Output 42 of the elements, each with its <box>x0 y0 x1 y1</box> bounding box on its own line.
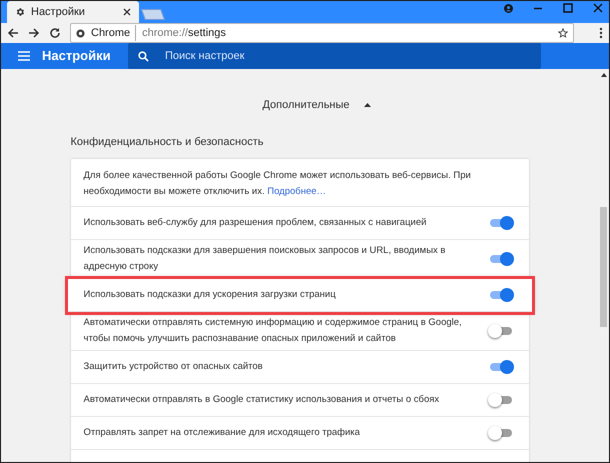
scroll-thumb[interactable] <box>600 207 607 327</box>
setting-label: Автоматически отправлять системную информацию и содержимое страниц в Google, чтобы помочь улучшить распознавание опасных приложений и сайтов <box>84 316 463 346</box>
forward-arrow-icon[interactable] <box>28 27 40 39</box>
tab-title: Настройки <box>31 4 86 20</box>
intro-text: Для более качественной работы Google Chrome может использовать веб-сервисы. При необходимости вы можете отключить их. Подробнее… <box>84 169 472 199</box>
toggle-switch[interactable] <box>490 360 512 374</box>
setting-label: Использовать веб-службу для разрешения проблем, связанных с навигацией <box>84 216 428 230</box>
site-label: Chrome <box>91 24 136 42</box>
close-icon[interactable] <box>123 8 131 16</box>
star-icon[interactable] <box>558 28 568 38</box>
url-text: chrome://settings <box>142 26 227 41</box>
toggle-switch[interactable] <box>490 426 512 440</box>
setting-label: Защитить устройство от опасных сайтов <box>84 360 264 374</box>
menu-icon[interactable] <box>18 51 30 61</box>
close-icon[interactable] <box>593 3 603 13</box>
profile-icon[interactable] <box>504 4 513 12</box>
toggle-switch[interactable] <box>490 324 512 338</box>
search-icon <box>138 50 149 62</box>
scroll-up-icon[interactable] <box>600 73 606 77</box>
caret-up-icon[interactable] <box>364 103 371 108</box>
toggle-switch[interactable] <box>490 216 512 230</box>
back-arrow-icon[interactable] <box>7 27 19 39</box>
reload-icon[interactable] <box>49 27 61 39</box>
toggle-switch[interactable] <box>490 252 512 266</box>
setting-label: Использовать подсказки для ускорения загрузки страниц <box>84 288 337 302</box>
learn-more-link[interactable]: Подробнее… <box>267 186 326 197</box>
toggle-switch[interactable] <box>490 288 512 302</box>
gear-icon <box>15 7 25 17</box>
browser-tab[interactable]: Настройки <box>7 1 139 23</box>
setting-label: Автоматически отправлять в Google статистику использования и отчеты о сбоях <box>84 393 440 407</box>
maximize-icon[interactable] <box>563 3 573 13</box>
header-title: Настройки <box>42 47 112 66</box>
setting-label: Использовать подсказки для завершения поисковых запросов и URL, вводимых в адресную строку <box>84 244 446 274</box>
section-title: Конфиденциальность и безопасность <box>70 134 264 150</box>
address-bar[interactable]: Chrome chrome://settings <box>70 23 574 43</box>
setting-label: Отправлять запрет на отслеживание для исходящего трафика <box>84 426 361 440</box>
search-field[interactable]: Поиск настроек <box>165 48 531 64</box>
chrome-logo-icon <box>76 28 85 38</box>
more-menu-icon[interactable] <box>599 27 603 39</box>
advanced-label[interactable]: Дополнительные <box>262 97 350 114</box>
toggle-switch[interactable] <box>490 393 512 407</box>
search-bar[interactable]: Поиск настроек <box>128 43 541 69</box>
